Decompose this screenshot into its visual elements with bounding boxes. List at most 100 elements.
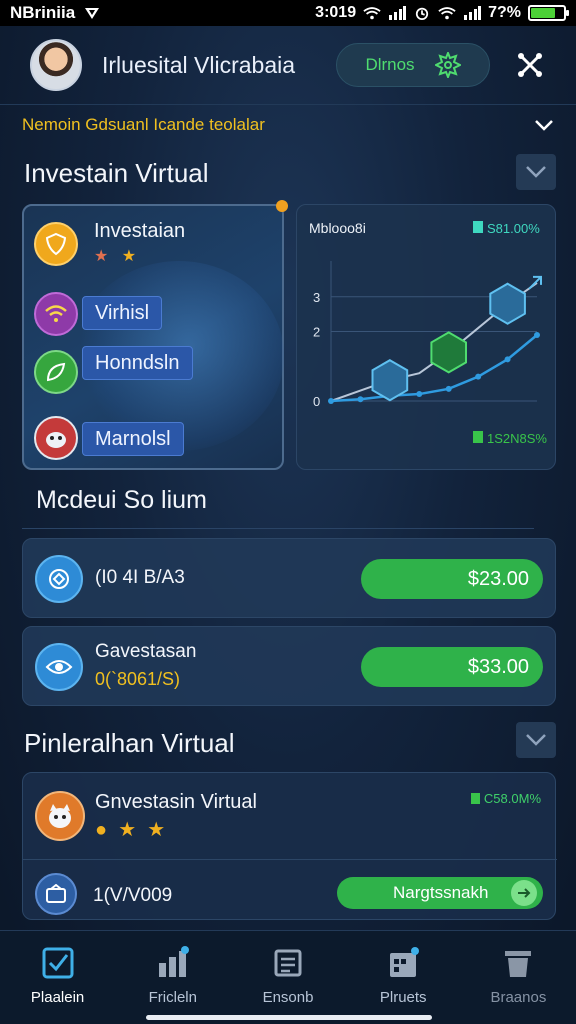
line-chart: Mblooo8i S81.00% 1S2N8S% 3 2 0 [309, 220, 547, 446]
trash-icon [505, 951, 532, 977]
section-title-mcdeui: Mcdeui So lium [36, 486, 207, 514]
chart-ticks: 3 2 0 [313, 290, 320, 409]
document-icon [274, 949, 302, 977]
tag-virhisl[interactable]: Virhisl [82, 296, 163, 330]
chevron-down-icon [526, 166, 546, 178]
portfolio-row-text: 1(V/V009 [93, 885, 173, 906]
battery-percent: 7?% [488, 4, 521, 21]
portfolio-card[interactable]: Gnvestasin Virtual ● ★ ★ C58.0M% 1(V/V00… [22, 772, 557, 920]
series-point [416, 391, 423, 398]
star-rating: ★ ★ [94, 246, 136, 266]
expand-button-3[interactable] [516, 722, 556, 758]
notification-dot [276, 200, 288, 212]
investment-card[interactable]: Investaian ★ ★ Virhisl Honndsln Marnolsl [22, 200, 288, 470]
series-point [328, 398, 334, 404]
pill-label: Dlrnos [365, 55, 415, 74]
arrow-right-icon [511, 880, 537, 906]
section-title-pinleralhan: Pinleralhan Virtual [24, 728, 235, 758]
chart-badge-icon [371, 359, 409, 402]
nav-item-plruets[interactable]: Plruets [346, 931, 461, 1024]
bottom-nav: Plaalein Fricleln Ensonb Plruets Braanos [0, 930, 576, 1024]
item-label-investaian: Investaian [94, 220, 186, 242]
app-header: Irluesital Vlicrabaia Dlrnos [0, 26, 576, 104]
trend-arrow-icon [528, 275, 542, 290]
series-point [475, 373, 482, 380]
transaction-row-2[interactable]: Gavestasan 0(`8061/S) $33.00 [22, 626, 556, 706]
navigate-button[interactable]: Nargtssnakh [337, 877, 543, 909]
divider [22, 528, 534, 529]
nav-item-plaalein[interactable]: Plaalein [0, 931, 115, 1024]
signal-icon [389, 6, 407, 20]
series-point [445, 385, 452, 392]
star-rating: ● ★ ★ [95, 817, 165, 842]
nav-item-fricleln[interactable]: Fricleln [115, 931, 230, 1024]
mascot-icon [34, 416, 78, 460]
wallet-icon [35, 873, 77, 915]
star-icon: ★ [118, 819, 137, 841]
top-percent: S81.00% [487, 221, 540, 236]
calendar-icon [390, 947, 420, 977]
performance-chart-card[interactable]: Mblooo8i S81.00% 1S2N8S% 3 2 0 [296, 204, 556, 470]
shield-icon [34, 222, 78, 266]
battery-icon [528, 5, 569, 21]
alarm-icon [415, 7, 429, 20]
chart-markers [371, 275, 542, 402]
section-title-investain: Investain Virtual [24, 158, 209, 188]
nav-label: Plruets [379, 989, 427, 1006]
page-title: Irluesital Vlicrabaia [102, 51, 296, 78]
status-bar: NBriniia 3:019 7?% [0, 0, 576, 26]
target-icon [35, 555, 83, 603]
status-pill-button[interactable]: Dlrnos [336, 43, 490, 87]
chevron-down-icon [535, 119, 553, 131]
wifi-icon [34, 292, 78, 336]
leaf-icon [34, 350, 78, 394]
avatar[interactable] [30, 39, 82, 91]
nav-label: Braanos [490, 989, 547, 1006]
signal-icon-2 [464, 6, 482, 20]
star-icon: ★ [121, 248, 137, 265]
row-2-title: Gavestasan [95, 641, 197, 662]
nav-item-ensonb[interactable]: Ensonb [230, 931, 345, 1024]
checkbox-icon [42, 947, 74, 979]
series-point [357, 396, 364, 403]
legend-swatch [470, 793, 480, 804]
tag-marnolsl[interactable]: Marnolsl [82, 422, 184, 456]
wifi-icon-2 [438, 7, 456, 20]
portfolio-percent-wrap: C58.0M% [470, 791, 541, 806]
coin-icon: ● [95, 819, 108, 841]
nav-label: Ensonb [262, 989, 314, 1006]
expand-button-1[interactable] [516, 154, 556, 190]
y-tick-label: 3 [313, 290, 320, 305]
series-point [534, 332, 540, 338]
bar-chart-icon [158, 946, 189, 977]
nav-label: Plaalein [30, 989, 85, 1006]
row-1-text: (I0 4I B/A3 [95, 567, 185, 588]
clock: 3:019 [315, 4, 357, 21]
home-indicator [146, 1015, 432, 1020]
nav-label: Fricleln [148, 989, 197, 1006]
nav-item-braanos[interactable]: Braanos [461, 931, 576, 1024]
y-tick-label: 2 [313, 325, 320, 340]
navigate-button-label: Nargtssnakh [393, 883, 489, 902]
amount-button-1[interactable]: $23.00 [361, 559, 543, 599]
gear-icon [434, 52, 461, 78]
chart-hexagon-icon [430, 331, 467, 374]
close-button[interactable] [514, 49, 546, 81]
portfolio-percent: C58.0M% [483, 791, 541, 806]
amount-button-2[interactable]: $33.00 [361, 647, 543, 687]
tag-honndsln[interactable]: Honndsln [82, 346, 193, 380]
star-icon: ★ [94, 248, 109, 265]
transaction-row-1[interactable]: (I0 4I B/A3 $23.00 [22, 538, 556, 618]
wifi-icon [363, 7, 381, 20]
chart-title: Mblooo8i [309, 220, 366, 236]
notice-bar[interactable]: Nemoin Gdsuanl Icande teolalar [0, 104, 576, 144]
chevron-down-icon [526, 734, 546, 746]
chart-badge-icon [489, 282, 526, 325]
divider [23, 859, 557, 860]
bottom-percent: 1S2N8S% [487, 431, 547, 446]
y-tick-label: 0 [313, 394, 320, 409]
legend-swatch-bottom [473, 431, 483, 443]
eye-icon [35, 643, 83, 691]
series-point [504, 356, 511, 363]
row-2-code: 0(`8061/S) [95, 669, 181, 689]
